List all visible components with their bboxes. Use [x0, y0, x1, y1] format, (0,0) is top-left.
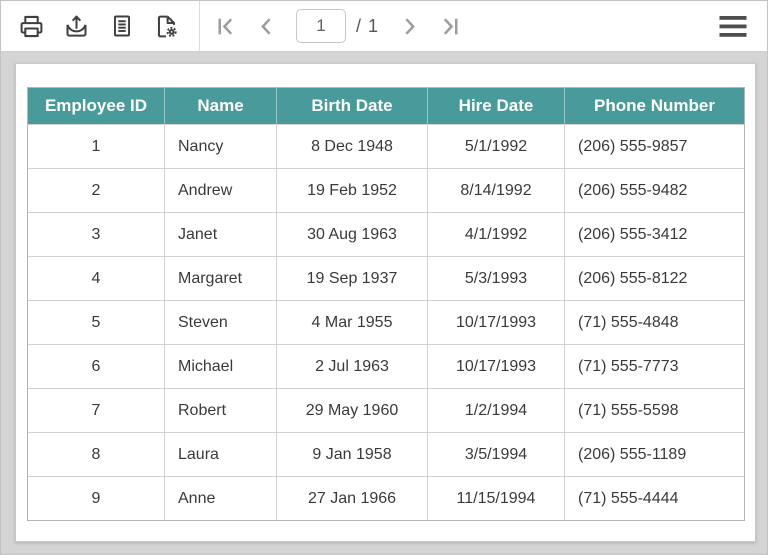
page-gear-icon	[153, 13, 180, 40]
table-cell: 3	[28, 212, 165, 256]
table-cell: Robert	[165, 388, 277, 432]
printer-icon	[18, 13, 45, 40]
table-cell: 10/17/1993	[428, 300, 565, 344]
print-layout-button[interactable]	[99, 4, 144, 48]
next-page-icon	[397, 14, 422, 39]
table-row: 2 Andrew 19 Feb 1952 8/14/1992 (206) 555-948…	[28, 168, 744, 212]
table-row: 8 Laura 9 Jan 1958 3/5/1994 (206) 555-1189	[28, 432, 744, 476]
table-cell: 1	[28, 124, 165, 168]
table-cell: Steven	[165, 300, 277, 344]
table-cell: Anne	[165, 476, 277, 520]
table-cell: 4 Mar 1955	[277, 300, 428, 344]
table-cell: Margaret	[165, 256, 277, 300]
table-cell: 4/1/1992	[428, 212, 565, 256]
table-cell: 5/3/1993	[428, 256, 565, 300]
toolbar-separator	[199, 0, 200, 52]
table-cell: Andrew	[165, 168, 277, 212]
table-cell: 2 Jul 1963	[277, 344, 428, 388]
table-row: 5 Steven 4 Mar 1955 10/17/1993 (71) 555-4848	[28, 300, 744, 344]
column-header: Employee ID	[28, 88, 165, 124]
table-cell: 11/15/1994	[428, 476, 565, 520]
report-page: Employee ID Name Birth Date Hire Date Phone …	[15, 63, 756, 542]
table-cell: (206) 555-3412	[565, 212, 744, 256]
report-content-area: Employee ID Name Birth Date Hire Date Phone …	[1, 52, 767, 554]
table-cell: (71) 555-4444	[565, 476, 744, 520]
table-cell: 19 Feb 1952	[277, 168, 428, 212]
table-cell: 5/1/1992	[428, 124, 565, 168]
table-row: 9 Anne 27 Jan 1966 11/15/1994 (71) 555-4444	[28, 476, 744, 520]
column-header: Hire Date	[428, 88, 565, 124]
table-cell: 1/2/1994	[428, 388, 565, 432]
table-cell: Michael	[165, 344, 277, 388]
last-page-button[interactable]	[429, 4, 469, 48]
table-cell: Nancy	[165, 124, 277, 168]
page-setup-button[interactable]	[144, 4, 189, 48]
table-cell: (71) 555-5598	[565, 388, 744, 432]
table-row: 4 Margaret 19 Sep 1937 5/3/1993 (206) 555-81…	[28, 256, 744, 300]
table-cell: (206) 555-8122	[565, 256, 744, 300]
table-cell: (71) 555-7773	[565, 344, 744, 388]
column-header: Birth Date	[277, 88, 428, 124]
column-header: Phone Number	[565, 88, 744, 124]
table-cell: 10/17/1993	[428, 344, 565, 388]
previous-page-icon	[254, 14, 279, 39]
table-cell: (206) 555-1189	[565, 432, 744, 476]
table-cell: 29 May 1960	[277, 388, 428, 432]
table-cell: 27 Jan 1966	[277, 476, 428, 520]
document-lines-icon	[109, 13, 135, 39]
previous-page-button[interactable]	[246, 4, 286, 48]
table-row: 7 Robert 29 May 1960 1/2/1994 (71) 555-5598	[28, 388, 744, 432]
first-page-icon	[214, 14, 239, 39]
hamburger-menu-icon	[719, 13, 747, 40]
table-cell: 19 Sep 1937	[277, 256, 428, 300]
export-icon	[63, 13, 90, 40]
table-cell: 8/14/1992	[428, 168, 565, 212]
table-cell: 7	[28, 388, 165, 432]
last-page-icon	[437, 14, 462, 39]
table-cell: 9	[28, 476, 165, 520]
table-cell: 8 Dec 1948	[277, 124, 428, 168]
table-cell: 9 Jan 1958	[277, 432, 428, 476]
table-header-row: Employee ID Name Birth Date Hire Date Phone …	[28, 88, 744, 124]
page-total-label: / 1	[356, 15, 380, 36]
table-cell: 4	[28, 256, 165, 300]
menu-button[interactable]	[713, 4, 753, 48]
table-cell: 30 Aug 1963	[277, 212, 428, 256]
table-row: 6 Michael 2 Jul 1963 10/17/1993 (71) 555-777…	[28, 344, 744, 388]
toolbar: / 1	[1, 0, 767, 52]
table-cell: 6	[28, 344, 165, 388]
page-navigation: / 1	[206, 4, 469, 48]
column-header: Name	[165, 88, 277, 124]
table-cell: 5	[28, 300, 165, 344]
table-cell: (206) 555-9857	[565, 124, 744, 168]
print-button[interactable]	[9, 4, 54, 48]
first-page-button[interactable]	[206, 4, 246, 48]
table-cell: 2	[28, 168, 165, 212]
table-cell: Janet	[165, 212, 277, 256]
table-cell: (71) 555-4848	[565, 300, 744, 344]
employee-table: Employee ID Name Birth Date Hire Date Phone …	[27, 87, 745, 521]
table-row: 3 Janet 30 Aug 1963 4/1/1992 (206) 555-3412	[28, 212, 744, 256]
export-button[interactable]	[54, 4, 99, 48]
page-number-input[interactable]	[296, 9, 346, 43]
table-cell: 3/5/1994	[428, 432, 565, 476]
table-body: 1 Nancy 8 Dec 1948 5/1/1992 (206) 555-9857 2 A…	[28, 124, 744, 520]
table-row: 1 Nancy 8 Dec 1948 5/1/1992 (206) 555-9857	[28, 124, 744, 168]
table-cell: (206) 555-9482	[565, 168, 744, 212]
table-cell: Laura	[165, 432, 277, 476]
table-cell: 8	[28, 432, 165, 476]
next-page-button[interactable]	[389, 4, 429, 48]
report-viewer: / 1	[0, 0, 768, 555]
